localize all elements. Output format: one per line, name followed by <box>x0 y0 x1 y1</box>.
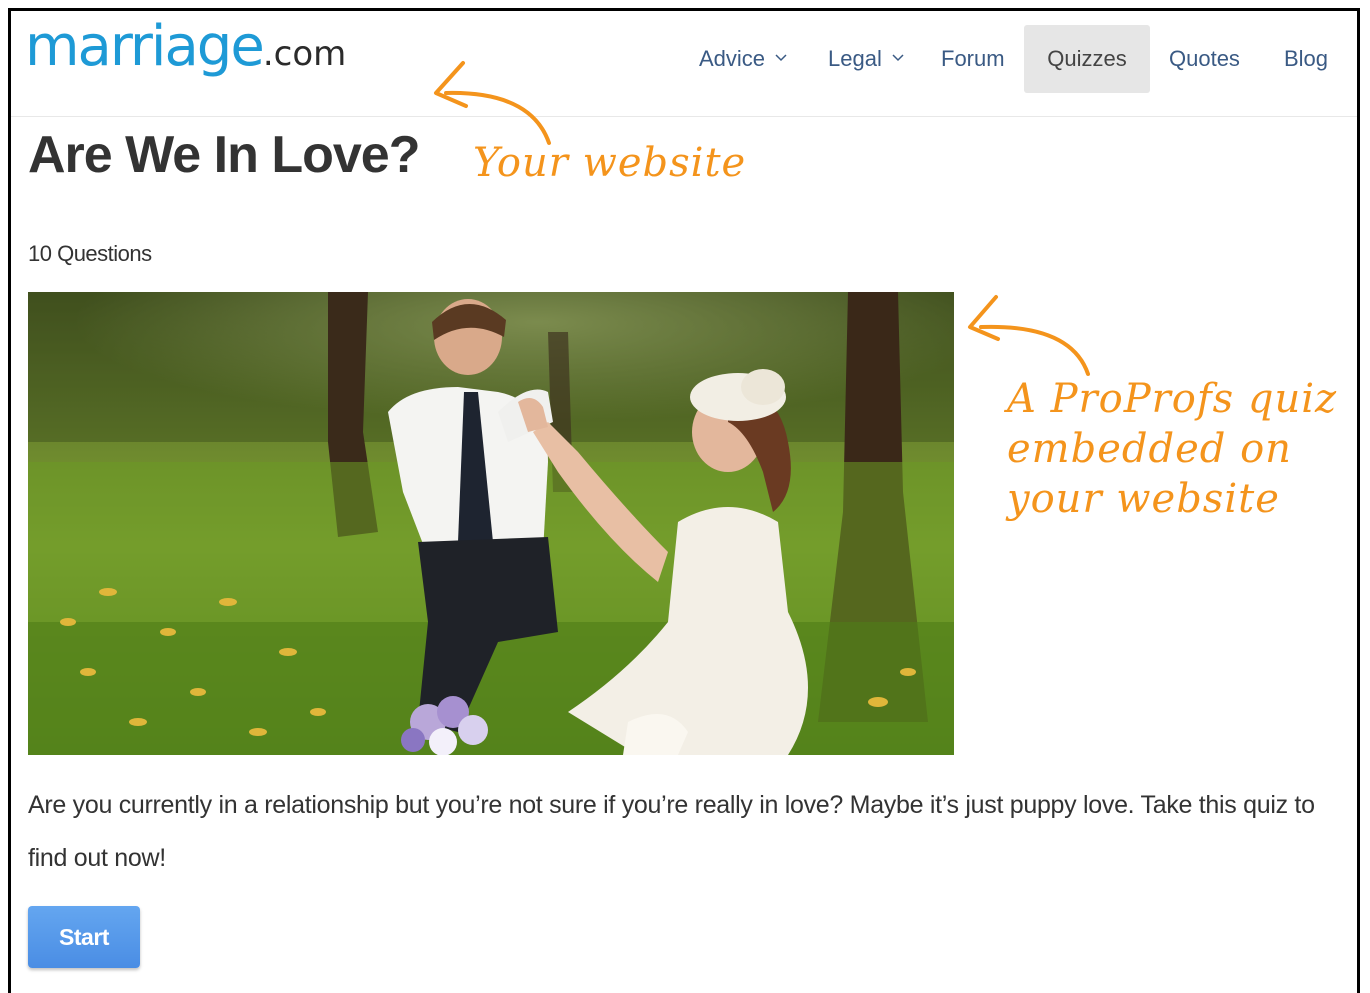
question-count: 10 Questions <box>28 241 152 266</box>
chevron-down-icon <box>775 54 787 62</box>
quiz-description: Are you currently in a relationship but … <box>28 791 1315 872</box>
curved-arrow-icon <box>434 61 551 145</box>
logo-word: marriage <box>25 14 265 79</box>
nav-item-quotes[interactable]: Quotes <box>1169 25 1240 93</box>
nav-item-label: Advice <box>699 46 766 71</box>
nav-item-label: Quizzes <box>1047 46 1127 71</box>
nav-item-label: Legal <box>828 46 882 71</box>
curved-arrow-icon <box>968 295 1090 376</box>
logo-tld: .com <box>262 34 347 74</box>
nav-item-label: Quotes <box>1169 46 1240 71</box>
nav-item-blog[interactable]: Blog <box>1284 25 1328 93</box>
nav-item-label: Blog <box>1284 46 1329 71</box>
website-annotation: Your website <box>473 140 747 186</box>
nav-item-quizzes[interactable]: Quizzes <box>1024 25 1150 93</box>
quiz-title: Are We In Love? <box>28 126 420 184</box>
couple-in-park-image <box>28 292 954 755</box>
chevron-down-icon <box>892 54 904 62</box>
nav-item-legal[interactable]: Legal <box>828 25 904 93</box>
start-button[interactable]: Start <box>28 906 140 968</box>
page-frame: marriage.com Advice Legal Forum Quizzes … <box>8 8 1360 993</box>
site-logo[interactable]: marriage.com <box>25 19 346 75</box>
quiz-embed-annotation: A ProProfs quiz embedded on your website <box>1007 376 1338 522</box>
nav-item-forum[interactable]: Forum <box>941 25 1005 93</box>
nav-item-advice[interactable]: Advice <box>699 25 787 93</box>
nav-item-label: Forum <box>941 46 1005 71</box>
quiz-cover-photo <box>28 292 954 755</box>
site-header: marriage.com Advice Legal Forum Quizzes … <box>11 11 1357 117</box>
